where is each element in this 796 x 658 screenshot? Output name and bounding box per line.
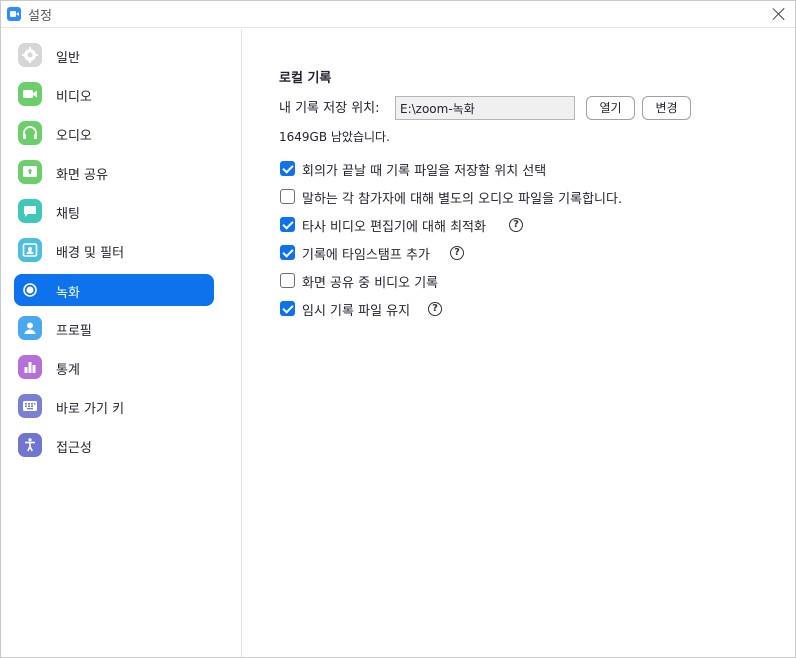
- checkbox[interactable]: [280, 245, 295, 260]
- checkbox[interactable]: [280, 273, 295, 288]
- option-label: 타사 비디오 편집기에 대해 최적화: [302, 220, 486, 235]
- sidebar-item-label: 배경 및 필터: [56, 246, 125, 261]
- option-label: 임시 기록 파일 유지: [302, 304, 411, 319]
- window-title: 설정: [28, 9, 52, 24]
- help-icon[interactable]: ?: [450, 246, 464, 260]
- close-icon[interactable]: [771, 6, 787, 22]
- sidebar-item-label: 통계: [56, 363, 80, 378]
- chat-bubble-icon: [18, 199, 42, 223]
- share-screen-icon: [18, 160, 42, 184]
- sidebar-item-video[interactable]: 비디오: [14, 78, 214, 110]
- sidebar-item-label: 일반: [56, 51, 80, 66]
- sidebar-item-general[interactable]: 일반: [14, 39, 214, 71]
- option-label: 회의가 끝날 때 기록 파일을 저장할 위치 선택: [302, 164, 547, 179]
- sidebar-item-label: 화면 공유: [56, 168, 108, 183]
- sidebar-item-label: 바로 가기 키: [56, 402, 125, 417]
- checkbox[interactable]: [280, 301, 295, 316]
- sidebar-item-label: 프로필: [56, 324, 92, 339]
- option-label: 화면 공유 중 비디오 기록: [302, 276, 439, 291]
- sidebar-item-shortcuts[interactable]: 바로 가기 키: [14, 390, 214, 422]
- option-label: 기록에 타임스탬프 추가: [302, 248, 430, 263]
- sidebar-item-recording[interactable]: 녹화: [14, 274, 214, 306]
- space-remaining: 1649GB 남았습니다.: [279, 130, 390, 144]
- profile-person-icon: [18, 316, 42, 340]
- option-label: 말하는 각 참가자에 대해 별도의 오디오 파일을 기록합니다.: [302, 192, 623, 207]
- bar-chart-icon: [18, 355, 42, 379]
- checkbox[interactable]: [280, 189, 295, 204]
- sidebar-item-share-screen[interactable]: 화면 공유: [14, 156, 214, 188]
- recording-settings-panel: 로컬 기록 내 기록 저장 위치: E:\zoom-녹화 열기 변경 1649G…: [243, 29, 795, 657]
- settings-window: 설정 일반 비디오 오디오 화면 공유 채팅 배경 및 필터 녹화 프로필 통계…: [0, 0, 796, 658]
- sidebar-item-label: 오디오: [56, 129, 92, 144]
- open-button[interactable]: 열기: [586, 96, 635, 120]
- sidebar-item-chat[interactable]: 채팅: [14, 195, 214, 227]
- help-icon[interactable]: ?: [428, 302, 442, 316]
- video-camera-icon: [18, 82, 42, 106]
- change-button[interactable]: 변경: [642, 96, 691, 120]
- sidebar-item-background[interactable]: 배경 및 필터: [14, 234, 214, 266]
- sidebar-item-statistics[interactable]: 통계: [14, 351, 214, 383]
- checkbox[interactable]: [280, 161, 295, 176]
- help-icon[interactable]: ?: [509, 218, 523, 232]
- location-label: 내 기록 저장 위치:: [279, 101, 380, 116]
- sidebar-item-accessibility[interactable]: 접근성: [14, 429, 214, 461]
- sidebar-item-label: 채팅: [56, 207, 80, 222]
- sidebar-item-audio[interactable]: 오디오: [14, 117, 214, 149]
- zoom-app-icon: [7, 7, 21, 21]
- background-portrait-icon: [18, 238, 42, 262]
- location-path-field[interactable]: E:\zoom-녹화: [395, 96, 575, 120]
- section-title: 로컬 기록: [279, 71, 332, 86]
- sidebar-item-label: 비디오: [56, 90, 92, 105]
- accessibility-icon: [18, 433, 42, 457]
- settings-sidebar: 일반 비디오 오디오 화면 공유 채팅 배경 및 필터 녹화 프로필 통계 바로…: [1, 29, 242, 657]
- checkbox[interactable]: [280, 217, 295, 232]
- record-icon: [18, 278, 42, 302]
- sidebar-item-label: 녹화: [56, 286, 80, 301]
- sidebar-item-label: 접근성: [56, 441, 92, 456]
- headphones-icon: [18, 121, 42, 145]
- title-bar[interactable]: 설정: [1, 1, 795, 28]
- gear-icon: [18, 43, 42, 67]
- keyboard-icon: [18, 394, 42, 418]
- sidebar-item-profile[interactable]: 프로필: [14, 312, 214, 344]
